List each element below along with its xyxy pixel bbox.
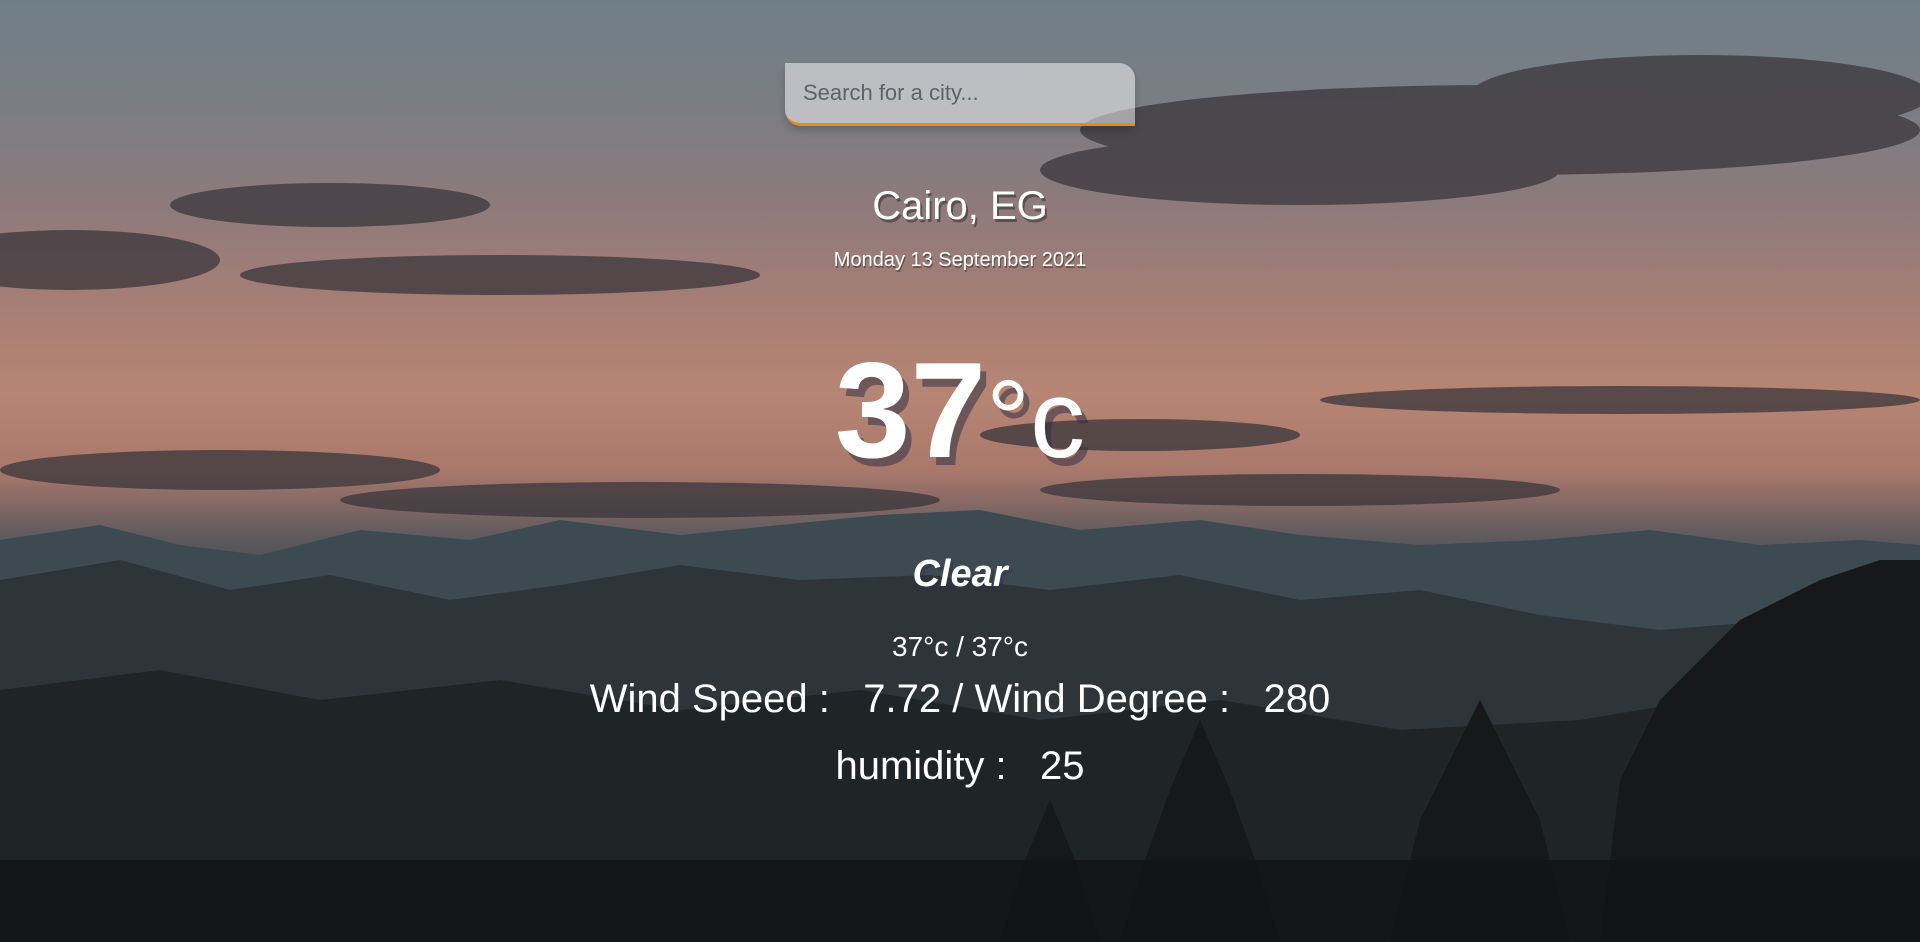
search-box: [785, 63, 1135, 126]
wind-speed-label: Wind Speed :: [589, 677, 830, 721]
weather-condition: Clear: [912, 553, 1008, 595]
location-title: Cairo, EG: [872, 184, 1048, 228]
temperature-value: 37: [834, 334, 987, 486]
humidity-info: humidity : 25: [0, 744, 1920, 789]
humidity-value: 25: [1040, 744, 1085, 788]
temperature-unit: °c: [986, 358, 1086, 481]
temperature-display: 37°c: [810, 340, 1110, 481]
wind-info: Wind Speed : 7.72 / Wind Degree : 280: [0, 677, 1920, 722]
hi-low-temperature: 37°c / 37°c: [891, 631, 1029, 662]
wind-degree-value: 280: [1263, 677, 1331, 721]
wind-degree-label: Wind Degree :: [974, 677, 1231, 721]
humidity-label: humidity :: [835, 744, 1007, 788]
wind-separator: /: [952, 677, 964, 721]
search-input[interactable]: [785, 63, 1135, 123]
wind-speed-value: 7.72: [863, 677, 942, 721]
date-label: Monday 13 September 2021: [833, 249, 1087, 271]
